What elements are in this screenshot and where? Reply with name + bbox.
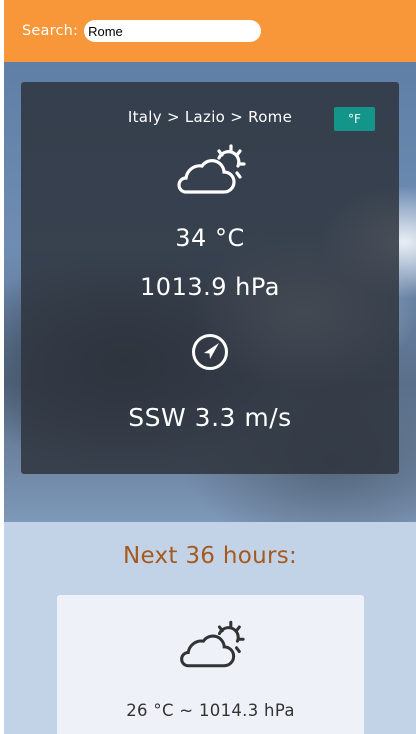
current-temperature: 34 °C [175, 224, 245, 252]
current-pressure: 1013.9 hPa [140, 273, 280, 301]
search-bar: Search: [4, 0, 416, 62]
current-wind: SSW 3.3 m/s [128, 403, 292, 432]
app-frame: Search: Italy > Lazio > Rome °F 34 °C 10… [4, 0, 416, 734]
search-input[interactable] [84, 20, 262, 42]
unit-toggle-button[interactable]: °F [334, 107, 375, 131]
forecast-title: Next 36 hours: [122, 543, 298, 569]
search-label: Search: [22, 23, 79, 39]
partly-cloudy-icon [177, 144, 246, 194]
compass-icon [192, 334, 228, 370]
current-weather-card: Italy > Lazio > Rome °F 34 °C 1013.9 hPa [21, 82, 399, 474]
sky-background: Italy > Lazio > Rome °F 34 °C 1013.9 hPa [4, 62, 416, 522]
forecast-card: 26 °C ~ 1014.3 hPa [57, 595, 364, 734]
forecast-summary: 26 °C ~ 1014.3 hPa [126, 701, 295, 720]
partly-cloudy-icon [180, 620, 245, 668]
forecast-section: Next 36 hours: 26 °C ~ 1014.3 hPa [4, 522, 416, 734]
